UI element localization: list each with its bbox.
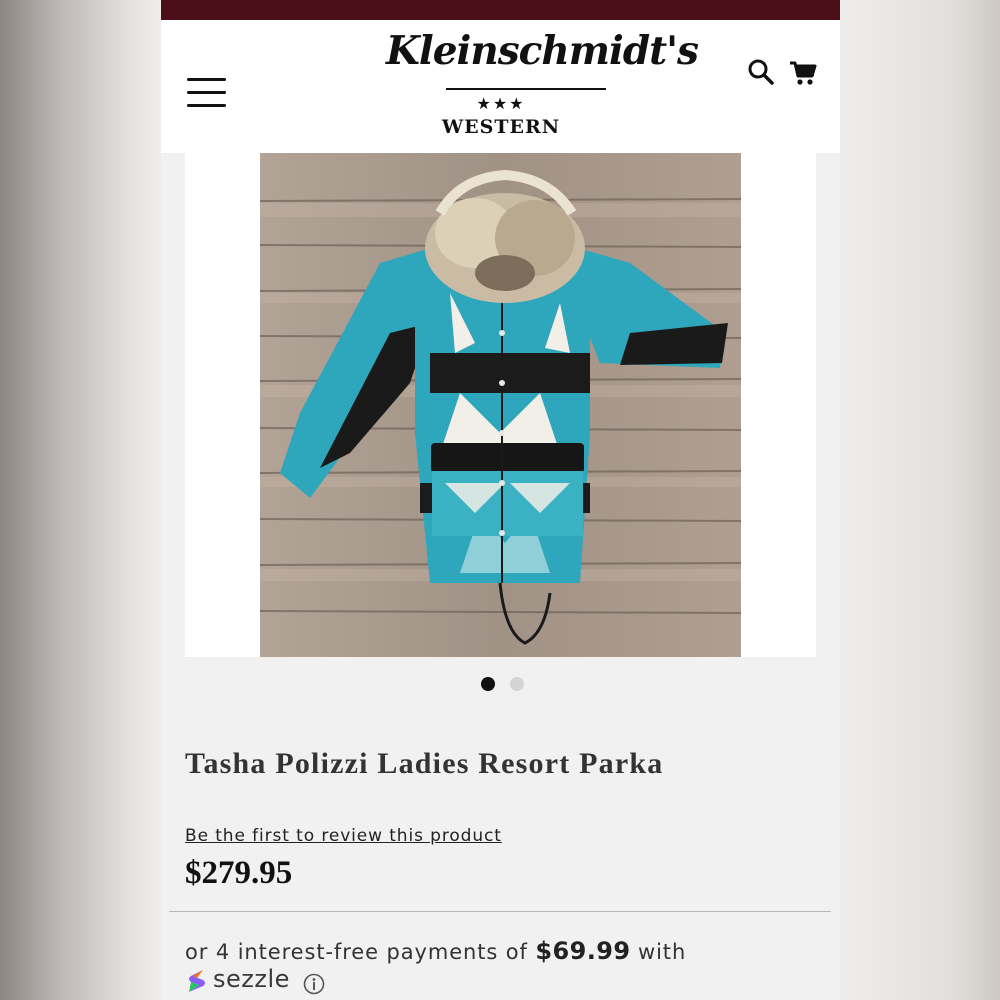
product-title: Tasha Polizzi Ladies Resort Parka xyxy=(185,747,664,780)
logo-stars: ★★★ xyxy=(476,96,526,113)
product-price: $279.95 xyxy=(185,855,293,891)
menu-line xyxy=(187,78,226,81)
background-right xyxy=(840,0,1000,1000)
review-link[interactable]: Be the first to review this product xyxy=(185,826,502,846)
installment-suffix: with xyxy=(630,940,687,964)
gallery-dot-1[interactable] xyxy=(481,677,495,691)
logo-underline xyxy=(446,88,606,90)
mobile-page: Kleinschmidt's ★★★ WESTERN Tasha Polizzi… xyxy=(161,0,840,1000)
installment-amount: $69.99 xyxy=(535,937,631,965)
hamburger-menu-icon[interactable] xyxy=(187,78,227,108)
gallery-pagination xyxy=(481,677,531,691)
sezzle-logo[interactable]: sezzle xyxy=(185,965,355,997)
product-image[interactable] xyxy=(260,153,741,657)
gallery-dot-2[interactable] xyxy=(510,677,524,691)
top-brand-bar xyxy=(161,0,840,20)
info-icon[interactable] xyxy=(303,973,325,995)
search-icon[interactable] xyxy=(747,58,775,86)
site-header: Kleinschmidt's ★★★ WESTERN xyxy=(161,20,840,153)
shopping-cart-icon[interactable] xyxy=(789,60,817,86)
product-image-gallery[interactable] xyxy=(185,153,816,657)
logo-script-text: Kleinschmidt's xyxy=(386,28,699,74)
section-divider xyxy=(169,911,831,912)
logo-subtitle: WESTERN xyxy=(441,116,561,138)
menu-line xyxy=(187,91,226,94)
sezzle-wordmark: sezzle xyxy=(213,965,290,993)
store-logo[interactable]: Kleinschmidt's ★★★ WESTERN xyxy=(386,28,699,148)
installment-prefix: or 4 interest-free payments of xyxy=(185,940,536,964)
menu-line xyxy=(187,104,226,107)
sezzle-mark-icon xyxy=(189,970,205,992)
installment-text: or 4 interest-free payments of $69.99 wi… xyxy=(185,937,825,965)
